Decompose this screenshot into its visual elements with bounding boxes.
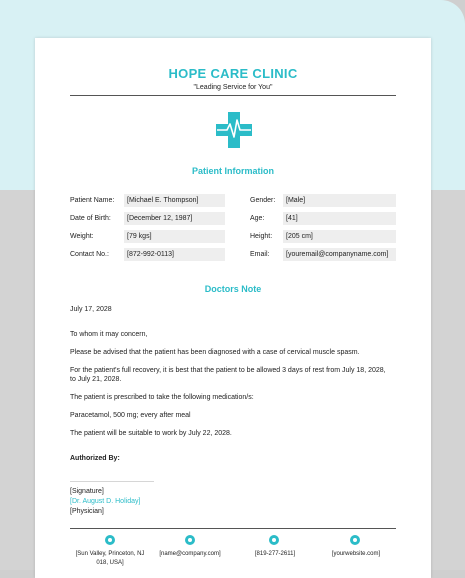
label-patient-name: Patient Name: (70, 197, 115, 204)
value-date-of-birth: [December 12, 1987] (124, 212, 225, 225)
phone-icon (269, 535, 279, 545)
document-page: HOPE CARE CLINIC "Leading Service for Yo… (35, 38, 431, 578)
footer-address-line2: 018, USA] (96, 560, 124, 566)
label-height: Height: (250, 233, 273, 240)
note-return-to-work: The patient will be suitable to work by … (70, 430, 232, 437)
label-gender: Gender: (250, 197, 276, 204)
value-contact-no: [872-992-0113] (124, 248, 225, 261)
patient-info-title: Patient Information (191, 166, 274, 176)
note-diagnosis: Please be advised that the patient has b… (70, 349, 360, 356)
value-email: [youremail@companyname.com] (283, 248, 396, 261)
email-icon (185, 535, 195, 545)
label-weight: Weight: (70, 233, 94, 240)
signer-name: [Dr. August D. Holiday] (70, 498, 141, 505)
footer-phone: [819-277-2611] (254, 551, 296, 557)
note-salutation: To whom it may concern, (70, 331, 148, 338)
signer-role: [Physician] (70, 508, 104, 515)
value-age: [41] (283, 212, 396, 225)
footer-address-line1: [Sun Valley, Princeton, NJ (75, 551, 145, 557)
clinic-tagline: "Leading Service for You" (193, 84, 273, 91)
note-medication: Paracetamol, 500 mg; every after meal (70, 412, 191, 419)
header-divider (70, 95, 396, 96)
note-date: July 17, 2028 (70, 306, 112, 313)
value-patient-name: [Michael E. Thompson] (124, 194, 225, 207)
signature-placeholder: [Signature] (70, 488, 104, 495)
value-weight: [79 kgs] (124, 230, 225, 243)
footer-address: [Sun Valley, Princeton, NJ 018, USA] (65, 550, 155, 568)
label-date-of-birth: Date of Birth: (70, 215, 111, 222)
footer-divider (70, 528, 396, 529)
location-pin-icon (105, 535, 115, 545)
footer-website: [yourwebsite.com] (331, 551, 381, 557)
note-rest-line2: to July 21, 2028. (70, 376, 122, 383)
note-authorized-by: Authorized By: (70, 455, 120, 462)
value-height: [205 cm] (283, 230, 396, 243)
globe-icon (350, 535, 360, 545)
doctors-note-title: Doctors Note (204, 284, 262, 294)
value-gender: [Male] (283, 194, 396, 207)
label-contact-no: Contact No.: (70, 251, 109, 258)
label-age: Age: (250, 215, 265, 222)
signature-line (70, 481, 154, 482)
label-email: Email: (250, 251, 270, 258)
footer-email: [name@company.com] (159, 551, 221, 557)
clinic-name: HOPE CARE CLINIC (168, 66, 298, 81)
medical-cross-heartbeat-icon (216, 112, 252, 148)
note-prescription-intro: The patient is prescribed to take the fo… (70, 394, 254, 401)
